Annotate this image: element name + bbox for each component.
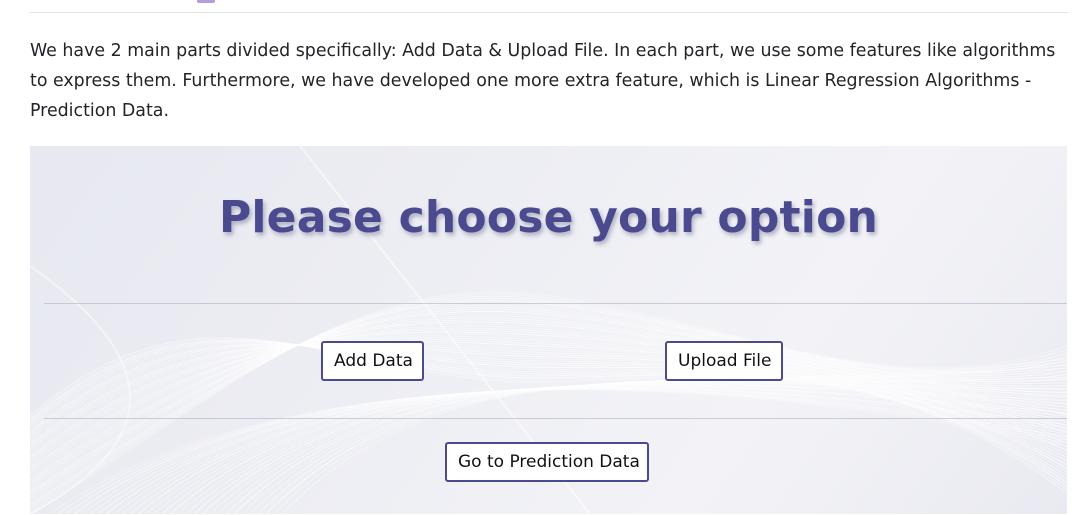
upload-file-button[interactable]: Upload File (665, 341, 783, 381)
prediction-data-button[interactable]: Go to Prediction Data (445, 442, 649, 482)
option-panel: Please choose your option Add Data Uploa… (30, 146, 1067, 514)
top-edge-mark (197, 0, 215, 3)
top-divider (30, 12, 1068, 13)
add-data-button[interactable]: Add Data (321, 341, 424, 381)
page: We have 2 main parts divided specificall… (0, 0, 1092, 515)
divider-line (44, 303, 1067, 304)
intro-paragraph: We have 2 main parts divided specificall… (30, 41, 1056, 121)
divider-line (44, 418, 1067, 419)
panel-title: Please choose your option (218, 192, 879, 243)
